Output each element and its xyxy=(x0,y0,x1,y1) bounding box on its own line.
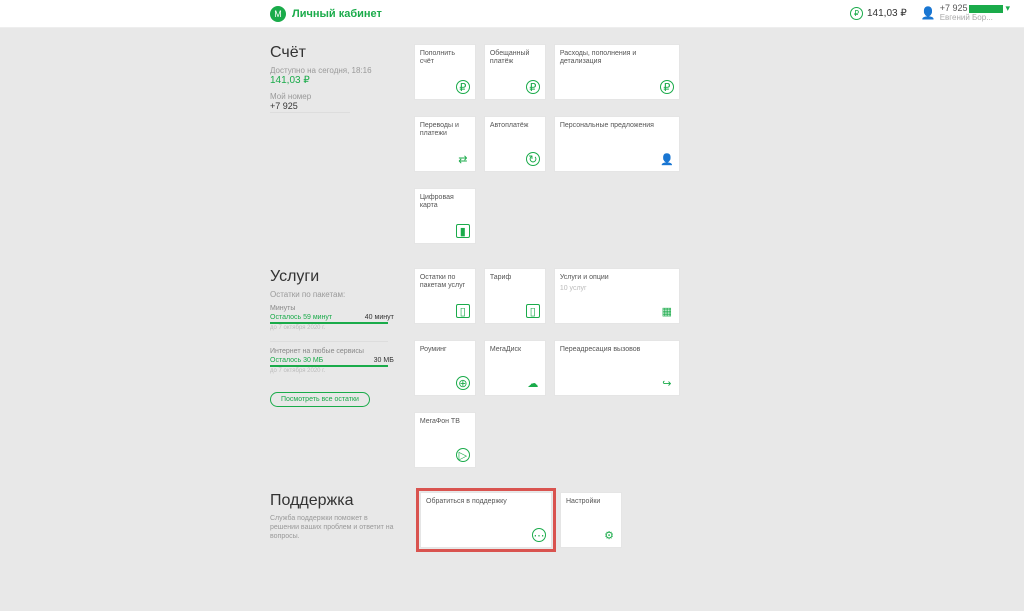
my-number: +7 925 xyxy=(270,101,394,111)
card-packages[interactable]: Остатки по пакетам услуг ▯ xyxy=(414,268,476,324)
person-icon: 👤 xyxy=(660,152,674,166)
header-balance[interactable]: ₽ 141,03 ₽ xyxy=(850,7,907,20)
ruble-icon: ₽ xyxy=(850,7,863,20)
usage-internet-left: Осталось 30 МБ xyxy=(270,357,323,364)
header-balance-value: 141,03 ₽ xyxy=(867,8,907,19)
card-label: Услуги и опции xyxy=(560,274,674,282)
card-label: Пополнить счёт xyxy=(420,50,470,67)
user-menu[interactable]: 👤 +7 925 ▾ Евгений Бор... xyxy=(921,4,1010,23)
card-transfers[interactable]: Переводы и платежи ⇄ xyxy=(414,116,476,172)
grid-icon: ▦ xyxy=(660,304,674,318)
services-title: Услуги xyxy=(270,268,394,286)
card-autopay[interactable]: Автоплатёж ↻ xyxy=(484,116,546,172)
sim-icon: ▯ xyxy=(526,304,540,318)
user-icon: 👤 xyxy=(921,7,936,20)
card-personal-offers[interactable]: Персональные предложения 👤 xyxy=(554,116,680,172)
view-all-remainders-button[interactable]: Посмотреть все остатки xyxy=(270,392,370,407)
card-promised-payment[interactable]: Обещанный платёж ₽ xyxy=(484,44,546,100)
user-name: Евгений Бор... xyxy=(940,14,1010,23)
logo[interactable]: М Личный кабинет xyxy=(270,6,382,22)
usage-internet-bar xyxy=(270,365,388,367)
card-options[interactable]: Услуги и опции 10 услуг ▦ xyxy=(554,268,680,324)
card-label: Переадресация вызовов xyxy=(560,346,674,354)
card-label: Обратиться в поддержку xyxy=(426,498,546,506)
account-section: Счёт Доступно на сегодня, 18:16 141,03 ₽… xyxy=(0,44,1024,244)
globe-icon: ⊕ xyxy=(456,376,470,390)
usage-internet-label: Интернет на любые сервисы xyxy=(270,348,394,355)
usage-minutes-label: Минуты xyxy=(270,305,394,312)
card-label: Автоплатёж xyxy=(490,122,540,130)
card-topup[interactable]: Пополнить счёт ₽ xyxy=(414,44,476,100)
app-title: Личный кабинет xyxy=(292,8,382,20)
card-tariff[interactable]: Тариф ▯ xyxy=(484,268,546,324)
logo-icon: М xyxy=(270,6,286,22)
usage-internet-date: до 7 октября 2020 г. xyxy=(270,368,394,374)
card-megadisk[interactable]: МегаДиск ☁ xyxy=(484,340,546,396)
transfer-icon: ⇄ xyxy=(456,152,470,166)
card-label: Персональные предложения xyxy=(560,122,674,130)
card-label: Расходы, пополнения и детализация xyxy=(560,50,674,67)
account-title: Счёт xyxy=(270,44,394,62)
card-digital-card[interactable]: Цифровая карта ▮ xyxy=(414,188,476,244)
account-balance: 141,03 ₽ xyxy=(270,75,394,86)
card-label: МегаФон ТВ xyxy=(420,418,470,426)
chevron-down-icon: ▾ xyxy=(1005,4,1010,14)
usage-minutes-total: 40 минут xyxy=(365,314,394,321)
card-label: Настройки xyxy=(566,498,616,506)
cloud-icon: ☁ xyxy=(526,376,540,390)
support-title: Поддержка xyxy=(270,492,400,510)
card-settings[interactable]: Настройки ⚙ xyxy=(560,492,622,548)
usage-internet-total: 30 МБ xyxy=(374,357,394,364)
phone-forward-icon: ↪ xyxy=(660,376,674,390)
usage-minutes: Минуты Осталось 59 минут 40 минут до 7 о… xyxy=(270,305,394,331)
top-bar: М Личный кабинет ₽ 141,03 ₽ 👤 +7 925 ▾ Е… xyxy=(0,0,1024,28)
card-sublabel: 10 услуг xyxy=(560,285,674,292)
remaining-label: Остатки по пакетам: xyxy=(270,290,394,299)
divider xyxy=(270,341,388,342)
usage-minutes-bar xyxy=(270,322,388,324)
card-icon: ▮ xyxy=(456,224,470,238)
card-label: Тариф xyxy=(490,274,540,282)
ruble-icon: ₽ xyxy=(660,80,674,94)
card-label: МегаДиск xyxy=(490,346,540,354)
support-desc: Служба поддержки поможет в решении ваших… xyxy=(270,514,396,541)
my-number-label: Мой номер xyxy=(270,92,394,101)
card-label: Переводы и платежи xyxy=(420,122,470,139)
support-section: Поддержка Служба поддержки поможет в реш… xyxy=(0,492,1024,548)
card-label: Обещанный платёж xyxy=(490,50,540,67)
ruble-icon: ₽ xyxy=(456,80,470,94)
autopay-icon: ↻ xyxy=(526,152,540,166)
card-label: Остатки по пакетам услуг xyxy=(420,274,470,291)
card-label: Цифровая карта xyxy=(420,194,470,211)
card-expenses[interactable]: Расходы, пополнения и детализация ₽ xyxy=(554,44,680,100)
usage-internet: Интернет на любые сервисы Осталось 30 МБ… xyxy=(270,348,394,374)
phone-underline xyxy=(270,112,350,113)
play-icon: ▷ xyxy=(456,448,470,462)
card-contact-support[interactable]: Обратиться в поддержку ⋯ xyxy=(420,492,552,548)
account-available-label: Доступно на сегодня, 18:16 xyxy=(270,66,394,75)
services-section: Услуги Остатки по пакетам: Минуты Остало… xyxy=(0,268,1024,468)
ruble-clock-icon: ₽ xyxy=(526,80,540,94)
card-call-forwarding[interactable]: Переадресация вызовов ↪ xyxy=(554,340,680,396)
card-label: Роуминг xyxy=(420,346,470,354)
chat-icon: ⋯ xyxy=(532,528,546,542)
battery-icon: ▯ xyxy=(456,304,470,318)
masked-phone-icon xyxy=(969,5,1003,13)
card-roaming[interactable]: Роуминг ⊕ xyxy=(414,340,476,396)
usage-minutes-date: до 7 октября 2020 г. xyxy=(270,325,394,331)
card-megafon-tv[interactable]: МегаФон ТВ ▷ xyxy=(414,412,476,468)
usage-minutes-left: Осталось 59 минут xyxy=(270,314,332,321)
gear-icon: ⚙ xyxy=(602,528,616,542)
